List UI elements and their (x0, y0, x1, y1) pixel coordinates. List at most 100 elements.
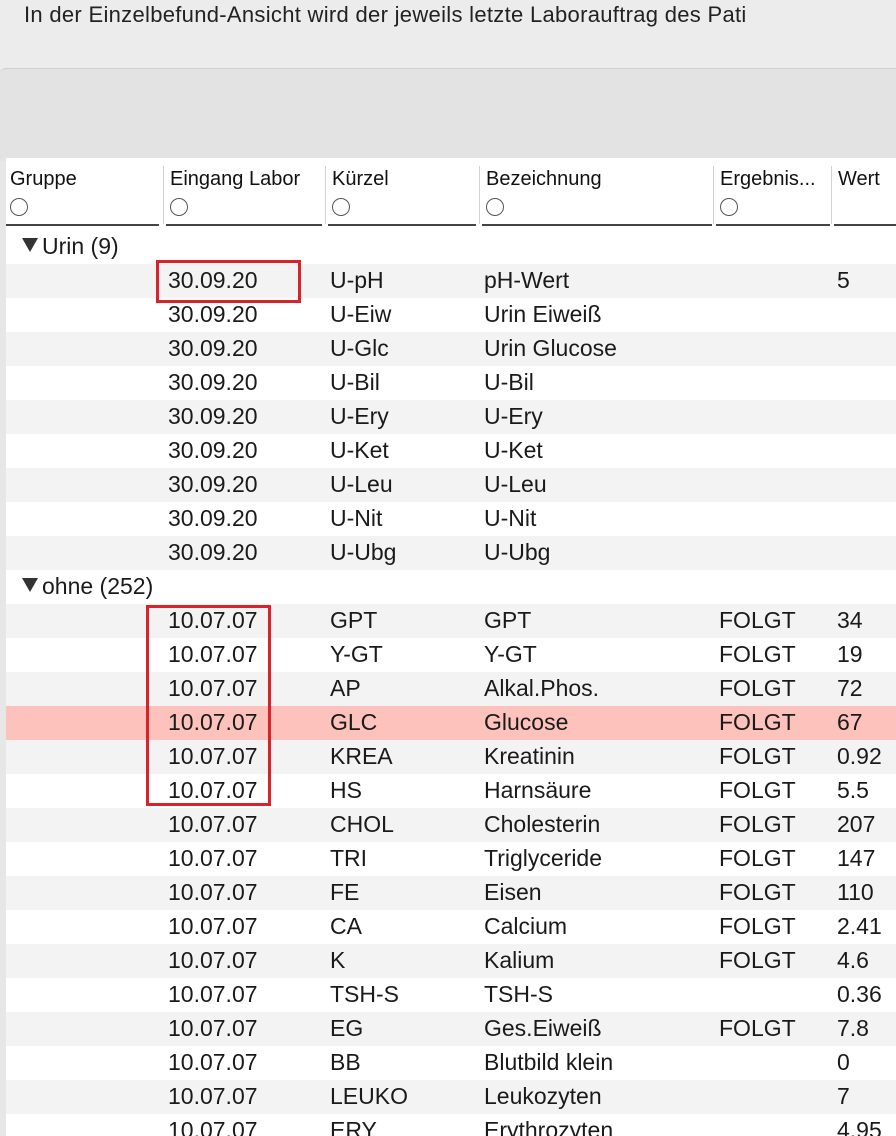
cell-kuerzel: U-Ket (330, 437, 389, 463)
group-row[interactable]: Urin (9) (6, 230, 896, 264)
table-row[interactable]: 10.07.07 ERY Erythrozyten 4.95 (6, 1114, 896, 1136)
table-row[interactable]: 10.07.07 KREA Kreatinin FOLGT 0.92 (6, 740, 896, 774)
cell-bezeichnung: U-Nit (484, 505, 537, 531)
cell-bezeichnung: Cholesterin (484, 811, 601, 837)
cell-bezeichnung: Y-GT (484, 641, 537, 667)
table-row[interactable]: 30.09.20 U-Ubg U-Ubg (6, 536, 896, 570)
cell-wert: 110 (837, 879, 874, 905)
table-row[interactable]: 30.09.20 U-Glc Urin Glucose (6, 332, 896, 366)
group-row[interactable]: ohne (252) (6, 570, 896, 604)
table-row[interactable]: 10.07.07 CHOL Cholesterin FOLGT 207 (6, 808, 896, 842)
cell-bezeichnung: Harnsäure (484, 777, 592, 803)
column-label: Kürzel (332, 168, 389, 190)
cell-wert: 5.5 (837, 777, 869, 803)
table-row[interactable]: 10.07.07 BB Blutbild klein 0 (6, 1046, 896, 1080)
table-row[interactable]: 10.07.07 AP Alkal.Phos. FOLGT 72 (6, 672, 896, 706)
group-label-text: Urin (9) (42, 233, 119, 259)
table-row[interactable]: 10.07.07 CA Calcium FOLGT 2.41 (6, 910, 896, 944)
table-row[interactable]: 10.07.07 HS Harnsäure FOLGT 5.5 (6, 774, 896, 808)
cell-bezeichnung: Blutbild klein (484, 1049, 614, 1075)
lab-results-table: Gruppe Eingang Labor Kürzel Bezeichnung … (6, 158, 896, 1136)
highlight-box-ohne-dates (146, 605, 271, 806)
cell-ergebnis: FOLGT (719, 675, 796, 701)
group-label: Urin (9) (22, 233, 119, 260)
column-label: Gruppe (10, 168, 77, 190)
table-row[interactable]: 30.09.20 U-Nit U-Nit (6, 502, 896, 536)
column-label: Wert (838, 168, 880, 190)
cell-ergebnis: FOLGT (719, 641, 796, 667)
cell-kuerzel: AP (330, 675, 361, 701)
disclosure-triangle-icon[interactable] (22, 238, 38, 252)
cell-eingang-labor: 30.09.20 (168, 505, 258, 531)
table-row[interactable]: 30.09.20 U-Leu U-Leu (6, 468, 896, 502)
cell-kuerzel: TRI (330, 845, 368, 871)
column-header-bezeichnung[interactable]: Bezeichnung (479, 158, 716, 226)
group-label-text: ohne (252) (42, 573, 154, 599)
cell-kuerzel: K (330, 947, 346, 973)
cell-eingang-labor: 30.09.20 (168, 437, 258, 463)
cell-kuerzel: Y-GT (330, 641, 383, 667)
table-row[interactable]: 30.09.20 U-pH pH-Wert 5 (6, 264, 896, 298)
cell-eingang-labor: 30.09.20 (168, 471, 258, 497)
column-header-kuerzel[interactable]: Kürzel (325, 158, 480, 226)
cell-wert: 207 (837, 811, 876, 837)
table-row[interactable]: 10.07.07 GPT GPT FOLGT 34 (6, 604, 896, 638)
column-header-eingang-labor[interactable]: Eingang Labor (163, 158, 326, 226)
disclosure-triangle-icon[interactable] (22, 578, 38, 592)
table-row[interactable]: 10.07.07 GLC Glucose FOLGT 67 (6, 706, 896, 740)
cell-bezeichnung: U-Bil (484, 369, 534, 395)
table-row[interactable]: 10.07.07 FE Eisen FOLGT 110 (6, 876, 896, 910)
table-row[interactable]: 30.09.20 U-Eiw Urin Eiweiß (6, 298, 896, 332)
column-label: Ergebnis... (720, 168, 816, 190)
filter-radio-icon[interactable] (170, 198, 188, 216)
filter-radio-icon[interactable] (720, 198, 738, 216)
cell-eingang-labor: 10.07.07 (168, 981, 258, 1007)
column-header-gruppe[interactable]: Gruppe (6, 158, 163, 226)
cell-wert: 2.41 (837, 913, 882, 939)
cell-wert: 34 (837, 607, 863, 633)
column-header-wert[interactable]: Wert (831, 158, 896, 226)
banner-text: In der Einzelbefund-Ansicht wird der jew… (24, 2, 747, 27)
table-row[interactable]: 30.09.20 U-Ery U-Ery (6, 400, 896, 434)
cell-wert: 4.6 (837, 947, 869, 973)
cell-wert: 5 (837, 267, 850, 293)
cell-bezeichnung: GPT (484, 607, 532, 633)
table-row[interactable]: 30.09.20 U-Ket U-Ket (6, 434, 896, 468)
cell-kuerzel: GPT (330, 607, 378, 633)
table-row[interactable]: 10.07.07 K Kalium FOLGT 4.6 (6, 944, 896, 978)
cell-kuerzel: U-Ery (330, 403, 389, 429)
cell-kuerzel: CHOL (330, 811, 394, 837)
cell-kuerzel: U-Nit (330, 505, 383, 531)
column-label: Eingang Labor (170, 168, 301, 190)
cell-bezeichnung: Calcium (484, 913, 568, 939)
table-row[interactable]: 30.09.20 U-Bil U-Bil (6, 366, 896, 400)
filter-radio-icon[interactable] (10, 198, 28, 216)
cell-wert: 7 (837, 1083, 850, 1109)
table-row[interactable]: 10.07.07 EG Ges.Eiweiß FOLGT 7.8 (6, 1012, 896, 1046)
cell-bezeichnung: Eisen (484, 879, 542, 905)
cell-eingang-labor: 10.07.07 (168, 845, 258, 871)
cell-kuerzel: U-Bil (330, 369, 380, 395)
table-row[interactable]: 10.07.07 TRI Triglyceride FOLGT 147 (6, 842, 896, 876)
table-row[interactable]: 10.07.07 Y-GT Y-GT FOLGT 19 (6, 638, 896, 672)
table-row[interactable]: 10.07.07 LEUKO Leukozyten 7 (6, 1080, 896, 1114)
filter-radio-icon[interactable] (486, 198, 504, 216)
toolbar-panel (0, 68, 896, 161)
cell-eingang-labor: 10.07.07 (168, 947, 258, 973)
cell-eingang-labor: 10.07.07 (168, 879, 258, 905)
cell-wert: 147 (837, 845, 876, 871)
cell-kuerzel: TSH-S (330, 981, 399, 1007)
table-row[interactable]: 10.07.07 TSH-S TSH-S 0.36 (6, 978, 896, 1012)
cell-wert: 0.92 (837, 743, 882, 769)
cell-eingang-labor: 10.07.07 (168, 1015, 258, 1041)
filter-radio-icon[interactable] (332, 198, 350, 216)
cell-wert: 67 (837, 709, 863, 735)
cell-ergebnis: FOLGT (719, 743, 796, 769)
column-header-ergebnis[interactable]: Ergebnis... (713, 158, 834, 226)
cell-bezeichnung: pH-Wert (484, 267, 570, 293)
cell-kuerzel: U-pH (330, 267, 384, 293)
cell-ergebnis: FOLGT (719, 1015, 796, 1041)
cell-wert: 4.95 (837, 1117, 882, 1136)
cell-kuerzel: KREA (330, 743, 393, 769)
cell-bezeichnung: U-Ket (484, 437, 543, 463)
